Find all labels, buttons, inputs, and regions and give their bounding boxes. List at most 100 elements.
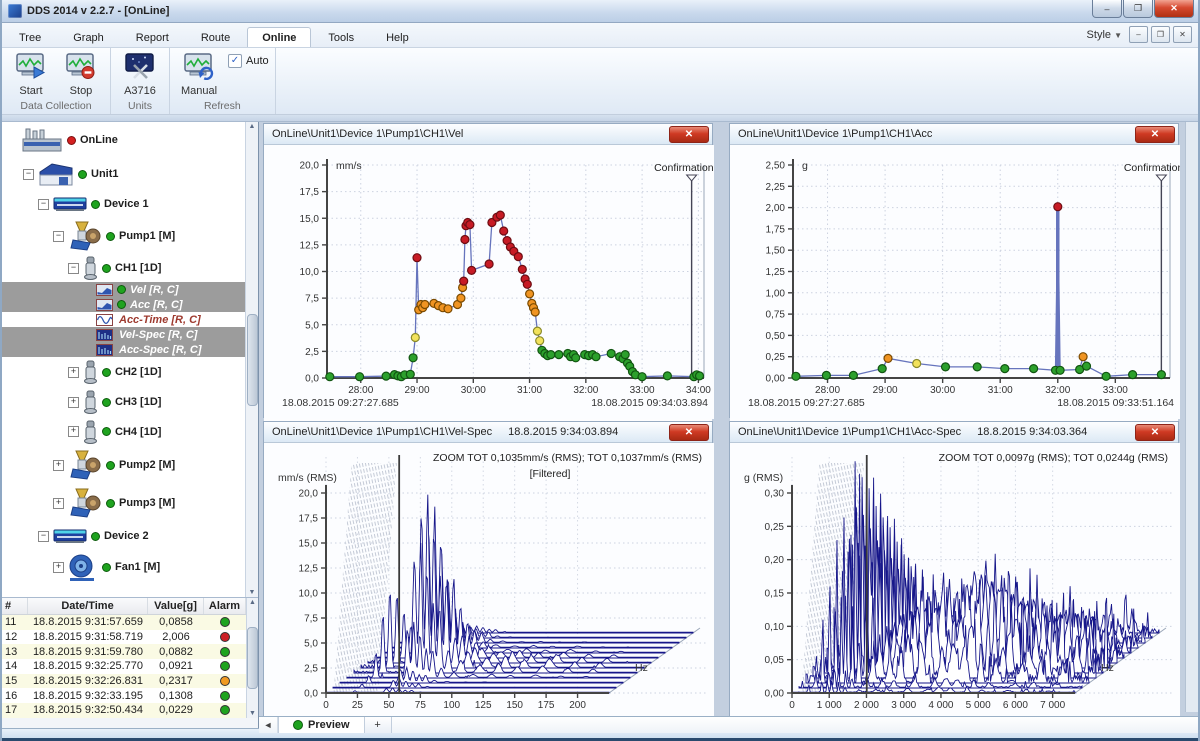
tree-item-label: CH4 [1D] xyxy=(115,426,161,438)
button-label: Manual xyxy=(181,85,217,97)
expand-icon[interactable]: + xyxy=(68,397,79,408)
svg-text:1,00: 1,00 xyxy=(766,288,786,299)
panel-close-button[interactable]: ✕ xyxy=(669,126,709,143)
scroll-down-icon[interactable]: ▼ xyxy=(249,710,256,717)
status-dot-green-icon xyxy=(102,368,111,377)
tree-item-acc-r-c[interactable]: Acc [R, C] xyxy=(2,297,245,312)
scroll-up-icon[interactable]: ▲ xyxy=(249,599,256,606)
panel-title-bar[interactable]: OnLine\Unit1\Device 1\Pump1\CH1\Acc-Spec… xyxy=(730,422,1178,443)
alarm-dot-ok-icon xyxy=(220,691,230,701)
expand-icon[interactable]: + xyxy=(53,498,64,509)
tree-item-ch1-1d[interactable]: −CH1 [1D] xyxy=(2,254,245,282)
menu-tab-tree[interactable]: Tree xyxy=(4,27,56,47)
menu-tab-graph[interactable]: Graph xyxy=(58,27,119,47)
tree-item-label: Acc [R, C] xyxy=(130,299,183,311)
tab-preview[interactable]: Preview xyxy=(278,717,365,733)
panel-title-bar[interactable]: OnLine\Unit1\Device 1\Pump1\CH1\Vel-Spec… xyxy=(264,422,712,443)
column-header-alarm[interactable]: Alarm xyxy=(204,598,246,614)
collapse-icon[interactable]: − xyxy=(38,531,49,542)
menu-tab-route[interactable]: Route xyxy=(186,27,245,47)
tree-item-ch3-1d[interactable]: +CH3 [1D] xyxy=(2,387,245,417)
tree-item-ch2-1d[interactable]: +CH2 [1D] xyxy=(2,357,245,387)
column-header-valueg[interactable]: Value[g] xyxy=(148,598,204,614)
tree-item-ch4-1d[interactable]: + CH4 [1D] xyxy=(2,417,245,446)
tree-item-device-2[interactable]: −Device 2 xyxy=(2,522,245,550)
mdi-close-button[interactable]: ✕ xyxy=(1173,26,1192,43)
a3716-button[interactable]: A3716 xyxy=(117,50,163,98)
panel-close-button[interactable]: ✕ xyxy=(669,424,709,441)
minimize-button[interactable]: – xyxy=(1092,0,1122,18)
add-tab-button[interactable]: + xyxy=(365,717,392,733)
tree-item-pump2-m[interactable]: +Pump2 [M] xyxy=(2,446,245,484)
table-row[interactable]: 1118.8.2015 9:31:57.6590,0858 xyxy=(2,615,246,630)
table-vertical-scrollbar[interactable]: ▲ ▼ xyxy=(246,598,258,718)
tree-item-fan1-m[interactable]: +Fan1 [M] xyxy=(2,550,245,584)
button-label: Stop xyxy=(70,85,93,97)
tree-item-acc-time-r-c[interactable]: Acc-Time [R, C] xyxy=(2,312,245,327)
menu-tab-tools[interactable]: Tools xyxy=(313,27,369,47)
panel-close-button[interactable]: ✕ xyxy=(1135,126,1175,143)
tab-scroll-left-icon[interactable]: ◄ xyxy=(259,717,278,733)
chart-plot-vel-spec[interactable]: 0,02,55,07,510,012,515,017,520,002550751… xyxy=(264,443,712,720)
table-row[interactable]: 1418.8.2015 9:32:25.7700,0921 xyxy=(2,659,246,674)
device-icon xyxy=(53,195,87,213)
scroll-up-icon[interactable]: ▲ xyxy=(249,123,256,130)
checkbox-icon[interactable]: ✓ xyxy=(228,54,242,68)
tree-item-online[interactable]: OnLine xyxy=(2,122,245,158)
chart-plot-acc-trend[interactable]: 0,000,250,500,751,001,251,501,752,002,25… xyxy=(730,145,1178,422)
panel-title-bar[interactable]: OnLine\Unit1\Device 1\Pump1\CH1\Vel✕ xyxy=(264,124,712,145)
scroll-thumb[interactable] xyxy=(247,627,258,689)
svg-text:0,75: 0,75 xyxy=(766,310,786,321)
table-row[interactable]: 1718.8.2015 9:32:50.4340,0229 xyxy=(2,703,246,718)
tree-item-device-1[interactable]: −Device 1 xyxy=(2,190,245,218)
tree-item-vel-r-c[interactable]: Vel [R, C] xyxy=(2,282,245,297)
svg-text:2,25: 2,25 xyxy=(766,182,786,193)
start-button[interactable]: Start xyxy=(8,50,54,98)
status-dot-green-icon xyxy=(106,232,115,241)
tree-item-unit1[interactable]: −Unit1 xyxy=(2,158,245,190)
table-row[interactable]: 1518.8.2015 9:32:26.8310,2317 xyxy=(2,674,246,689)
expand-icon[interactable]: + xyxy=(68,367,79,378)
collapse-icon[interactable]: − xyxy=(23,169,34,180)
mdi-restore-button[interactable]: ❐ xyxy=(1151,26,1170,43)
close-button[interactable]: ✕ xyxy=(1154,0,1194,18)
tree-item-acc-spec-r-c[interactable]: Acc-Spec [R, C] xyxy=(2,342,245,357)
chart-plot-vel-trend[interactable]: 0,02,55,07,510,012,515,017,520,028:0029:… xyxy=(264,145,712,422)
maximize-button[interactable]: ❐ xyxy=(1123,0,1153,18)
scroll-down-icon[interactable]: ▼ xyxy=(249,589,256,596)
cell: 12 xyxy=(2,631,28,643)
column-header-[interactable]: # xyxy=(2,598,28,614)
collapse-icon[interactable]: − xyxy=(38,199,49,210)
table-row[interactable]: 1618.8.2015 9:32:33.1950,1308 xyxy=(2,688,246,703)
chart-plot-acc-spec[interactable]: 0,000,050,100,150,200,250,3001 0002 0003… xyxy=(730,443,1178,720)
collapse-icon[interactable]: − xyxy=(53,231,64,242)
table-row[interactable]: 1318.8.2015 9:31:59.7800,0882 xyxy=(2,644,246,659)
tree-item-vel-spec-r-c[interactable]: Vel-Spec [R, C] xyxy=(2,327,245,342)
auto-checkbox[interactable]: ✓Auto xyxy=(228,54,269,68)
tree-item-pump3-m[interactable]: +Pump3 [M] xyxy=(2,484,245,522)
style-dropdown[interactable]: Style ▼ xyxy=(1083,28,1126,42)
panel-title-bar[interactable]: OnLine\Unit1\Device 1\Pump1\CH1\Acc✕ xyxy=(730,124,1178,145)
collapse-icon[interactable]: − xyxy=(68,263,79,274)
svg-text:mm/s (RMS): mm/s (RMS) xyxy=(278,472,337,484)
tree-item-pump1-m[interactable]: −Pump1 [M] xyxy=(2,218,245,254)
mdi-minimize-button[interactable]: – xyxy=(1129,26,1148,43)
menu-tab-help[interactable]: Help xyxy=(371,27,424,47)
alarm-dot-ok-icon xyxy=(220,661,230,671)
stop-button[interactable]: Stop xyxy=(58,50,104,98)
scroll-thumb[interactable] xyxy=(247,314,258,406)
expand-icon[interactable]: + xyxy=(68,426,79,437)
mdi-right-scrollbar[interactable] xyxy=(1185,122,1198,712)
cell: 18.8.2015 9:32:33.195 xyxy=(28,690,148,702)
tree-vertical-scrollbar[interactable]: ▲ ▼ xyxy=(245,122,258,597)
group-label: Data Collection xyxy=(20,99,91,114)
panel-close-button[interactable]: ✕ xyxy=(1135,424,1175,441)
table-row[interactable]: 1218.8.2015 9:31:58.7192,006 xyxy=(2,630,246,645)
manual-button[interactable]: Manual xyxy=(176,50,222,98)
menu-tab-report[interactable]: Report xyxy=(121,27,184,47)
button-label: A3716 xyxy=(124,85,156,97)
column-header-datetime[interactable]: Date/Time xyxy=(28,598,148,614)
menu-tab-online[interactable]: Online xyxy=(247,27,311,47)
expand-icon[interactable]: + xyxy=(53,460,64,471)
expand-icon[interactable]: + xyxy=(53,562,64,573)
